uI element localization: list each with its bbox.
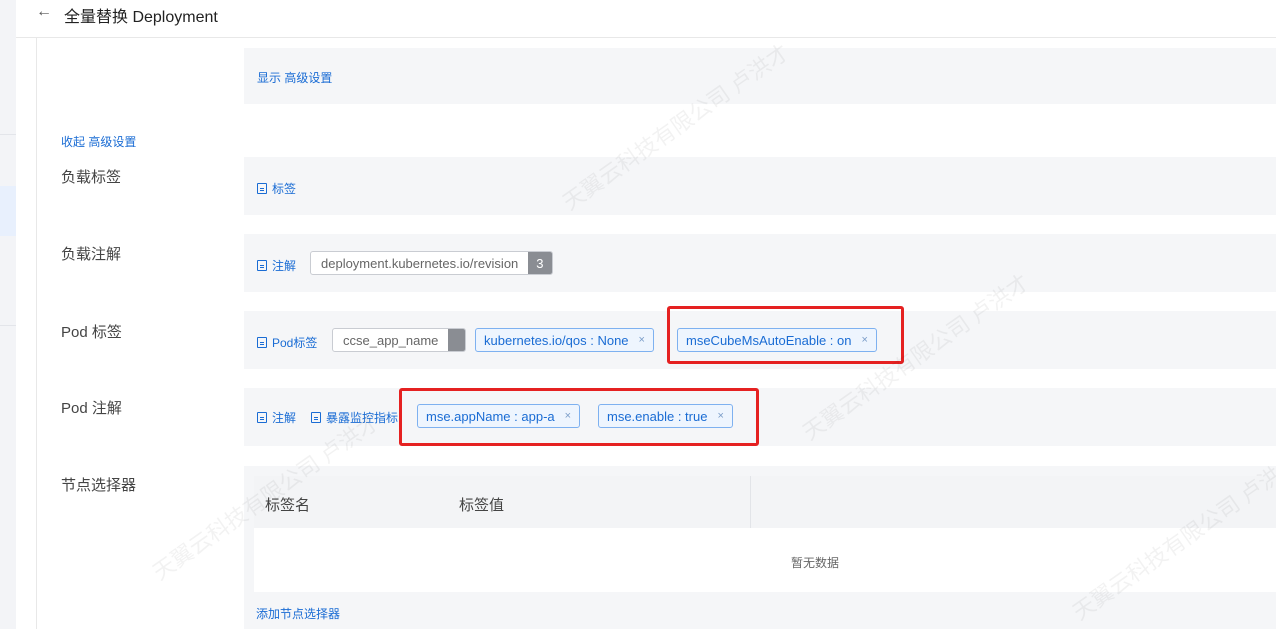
divider xyxy=(0,134,16,135)
add-annotation-text: 注解 xyxy=(272,259,297,273)
add-doc-icon xyxy=(311,412,321,423)
pod-label-tag[interactable]: kubernetes.io/qos : None × xyxy=(475,328,654,352)
add-annotation-button[interactable]: 注解 xyxy=(257,257,296,274)
show-advanced-link[interactable]: 显示 高级设置 xyxy=(257,69,332,86)
back-arrow-icon[interactable]: ← xyxy=(36,3,52,21)
add-pod-annotation-button[interactable]: 注解 xyxy=(257,409,296,426)
add-label-button[interactable]: 标签 xyxy=(257,180,296,197)
add-doc-icon xyxy=(257,260,267,271)
expose-metrics-button[interactable]: 暴露监控指标 xyxy=(311,409,398,426)
add-pod-label-button[interactable]: Pod标签 xyxy=(257,334,317,351)
close-icon[interactable]: × xyxy=(639,334,645,346)
add-doc-icon xyxy=(257,412,267,423)
workload-labels-panel: 标签 xyxy=(244,157,1276,215)
page-header: ← 全量替换 Deployment xyxy=(16,0,1276,38)
add-pod-label-text: Pod标签 xyxy=(272,336,318,350)
pod-labels-label: Pod 标签 xyxy=(61,324,122,341)
tag-value-empty xyxy=(448,329,466,351)
pod-label-gray-tag: ccse_app_name xyxy=(332,328,467,352)
pod-annotations-label: Pod 注解 xyxy=(61,400,122,417)
divider xyxy=(36,38,37,629)
expose-metrics-text: 暴露监控指标 xyxy=(326,411,399,425)
tag-key: ccse_app_name xyxy=(343,332,439,348)
workload-annotations-panel: 注解 deployment.kubernetes.io/revision 3 xyxy=(244,234,1276,292)
page-title: 全量替换 Deployment xyxy=(64,9,218,26)
add-doc-icon xyxy=(257,183,267,194)
node-selector-label: 节点选择器 xyxy=(61,477,137,494)
add-doc-icon xyxy=(257,337,267,348)
collapse-advanced-link[interactable]: 收起 高级设置 xyxy=(61,133,136,150)
add-pod-annotation-text: 注解 xyxy=(272,411,297,425)
page: ← 全量替换 Deployment 显示 高级设置 收起 高级设置 负载标签 标… xyxy=(0,0,1276,629)
column-header-key: 标签名 xyxy=(265,497,311,514)
workload-labels-label: 负载标签 xyxy=(61,169,122,186)
tag-text: kubernetes.io/qos : None xyxy=(484,332,629,348)
add-node-selector-button[interactable]: 添加节点选择器 xyxy=(256,605,340,622)
node-selector-table: 标签名 标签值 暂无数据 xyxy=(254,476,1276,592)
empty-state-text: 暂无数据 xyxy=(790,556,839,570)
tag-value: 3 xyxy=(528,252,552,274)
advanced-settings-panel: 显示 高级设置 xyxy=(244,48,1276,104)
divider xyxy=(0,325,16,326)
workload-annotations-label: 负载注解 xyxy=(61,246,122,263)
nav-active-marker xyxy=(0,186,16,236)
add-label-text: 标签 xyxy=(272,182,297,196)
left-nav-strip xyxy=(0,0,16,629)
table-header: 标签名 标签值 xyxy=(254,476,1276,528)
highlight-box xyxy=(399,388,759,446)
column-header-value: 标签值 xyxy=(459,497,505,514)
column-divider xyxy=(750,476,751,528)
highlight-box xyxy=(667,306,904,364)
tag-key: deployment.kubernetes.io/revision xyxy=(321,255,519,271)
annotation-tag: deployment.kubernetes.io/revision 3 xyxy=(310,251,553,275)
